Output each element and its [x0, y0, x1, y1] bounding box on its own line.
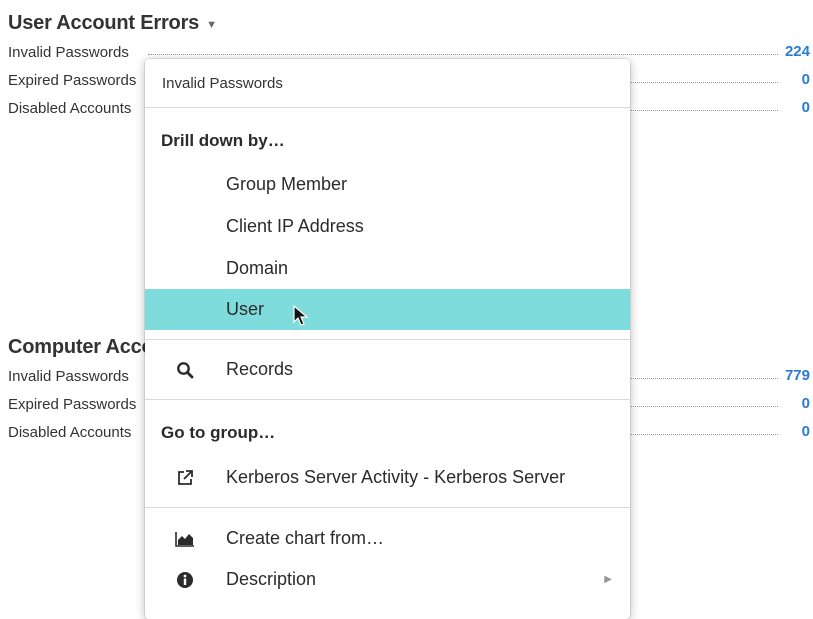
drill-option-user[interactable]: User [145, 289, 630, 330]
metric-label: Disabled Accounts [8, 99, 132, 117]
records-label: Records [226, 359, 294, 379]
context-menu: Invalid Passwords Drill down by… Group M… [145, 59, 630, 619]
menu-divider [145, 339, 630, 340]
goto-group-heading: Go to group… [161, 423, 276, 442]
mouse-pointer-icon [293, 305, 309, 326]
metric-label: Disabled Accounts [8, 423, 132, 441]
metric-value[interactable]: 0 [802, 418, 810, 446]
metric-value[interactable]: 0 [802, 390, 810, 418]
metric-value[interactable]: 224 [785, 38, 810, 66]
records-item[interactable]: Records [145, 349, 630, 390]
area-chart-icon [175, 529, 195, 549]
drill-option-user-label: User [226, 299, 265, 319]
search-icon [175, 360, 195, 380]
section-title[interactable]: User Account Errors ▼ [8, 10, 810, 36]
goto-group-label: Kerberos Server Activity - Kerberos Serv… [226, 467, 566, 487]
create-chart-item[interactable]: Create chart from… [145, 518, 630, 559]
chevron-right-icon: ▶ [604, 574, 612, 585]
metric-label: Expired Passwords [8, 71, 137, 89]
drill-option-domain[interactable]: Domain [145, 248, 630, 289]
section-title-text: User Account Errors [8, 11, 200, 34]
description-item[interactable]: Description ▶ [145, 559, 630, 600]
drill-option-group-member[interactable]: Group Member [145, 164, 630, 205]
create-chart-label: Create chart from… [226, 528, 385, 548]
external-link-icon [175, 468, 195, 488]
metric-value[interactable]: 779 [785, 362, 810, 390]
menu-divider [145, 507, 630, 508]
metric-value[interactable]: 0 [802, 94, 810, 122]
caret-down-icon[interactable]: ▼ [206, 19, 217, 31]
metric-label: Expired Passwords [8, 395, 137, 413]
menu-divider [145, 399, 630, 400]
metric-label: Invalid Passwords [8, 43, 129, 61]
dotted-leader [148, 54, 778, 55]
drill-option-client-ip[interactable]: Client IP Address [145, 206, 630, 247]
metric-value[interactable]: 0 [802, 66, 810, 94]
drill-down-heading: Drill down by… [161, 131, 285, 150]
menu-header: Invalid Passwords [162, 74, 283, 92]
metric-label: Invalid Passwords [8, 367, 129, 385]
info-icon [175, 570, 195, 590]
description-label: Description [226, 569, 317, 589]
goto-group-link[interactable]: Kerberos Server Activity - Kerberos Serv… [145, 457, 630, 498]
menu-divider [145, 107, 630, 108]
